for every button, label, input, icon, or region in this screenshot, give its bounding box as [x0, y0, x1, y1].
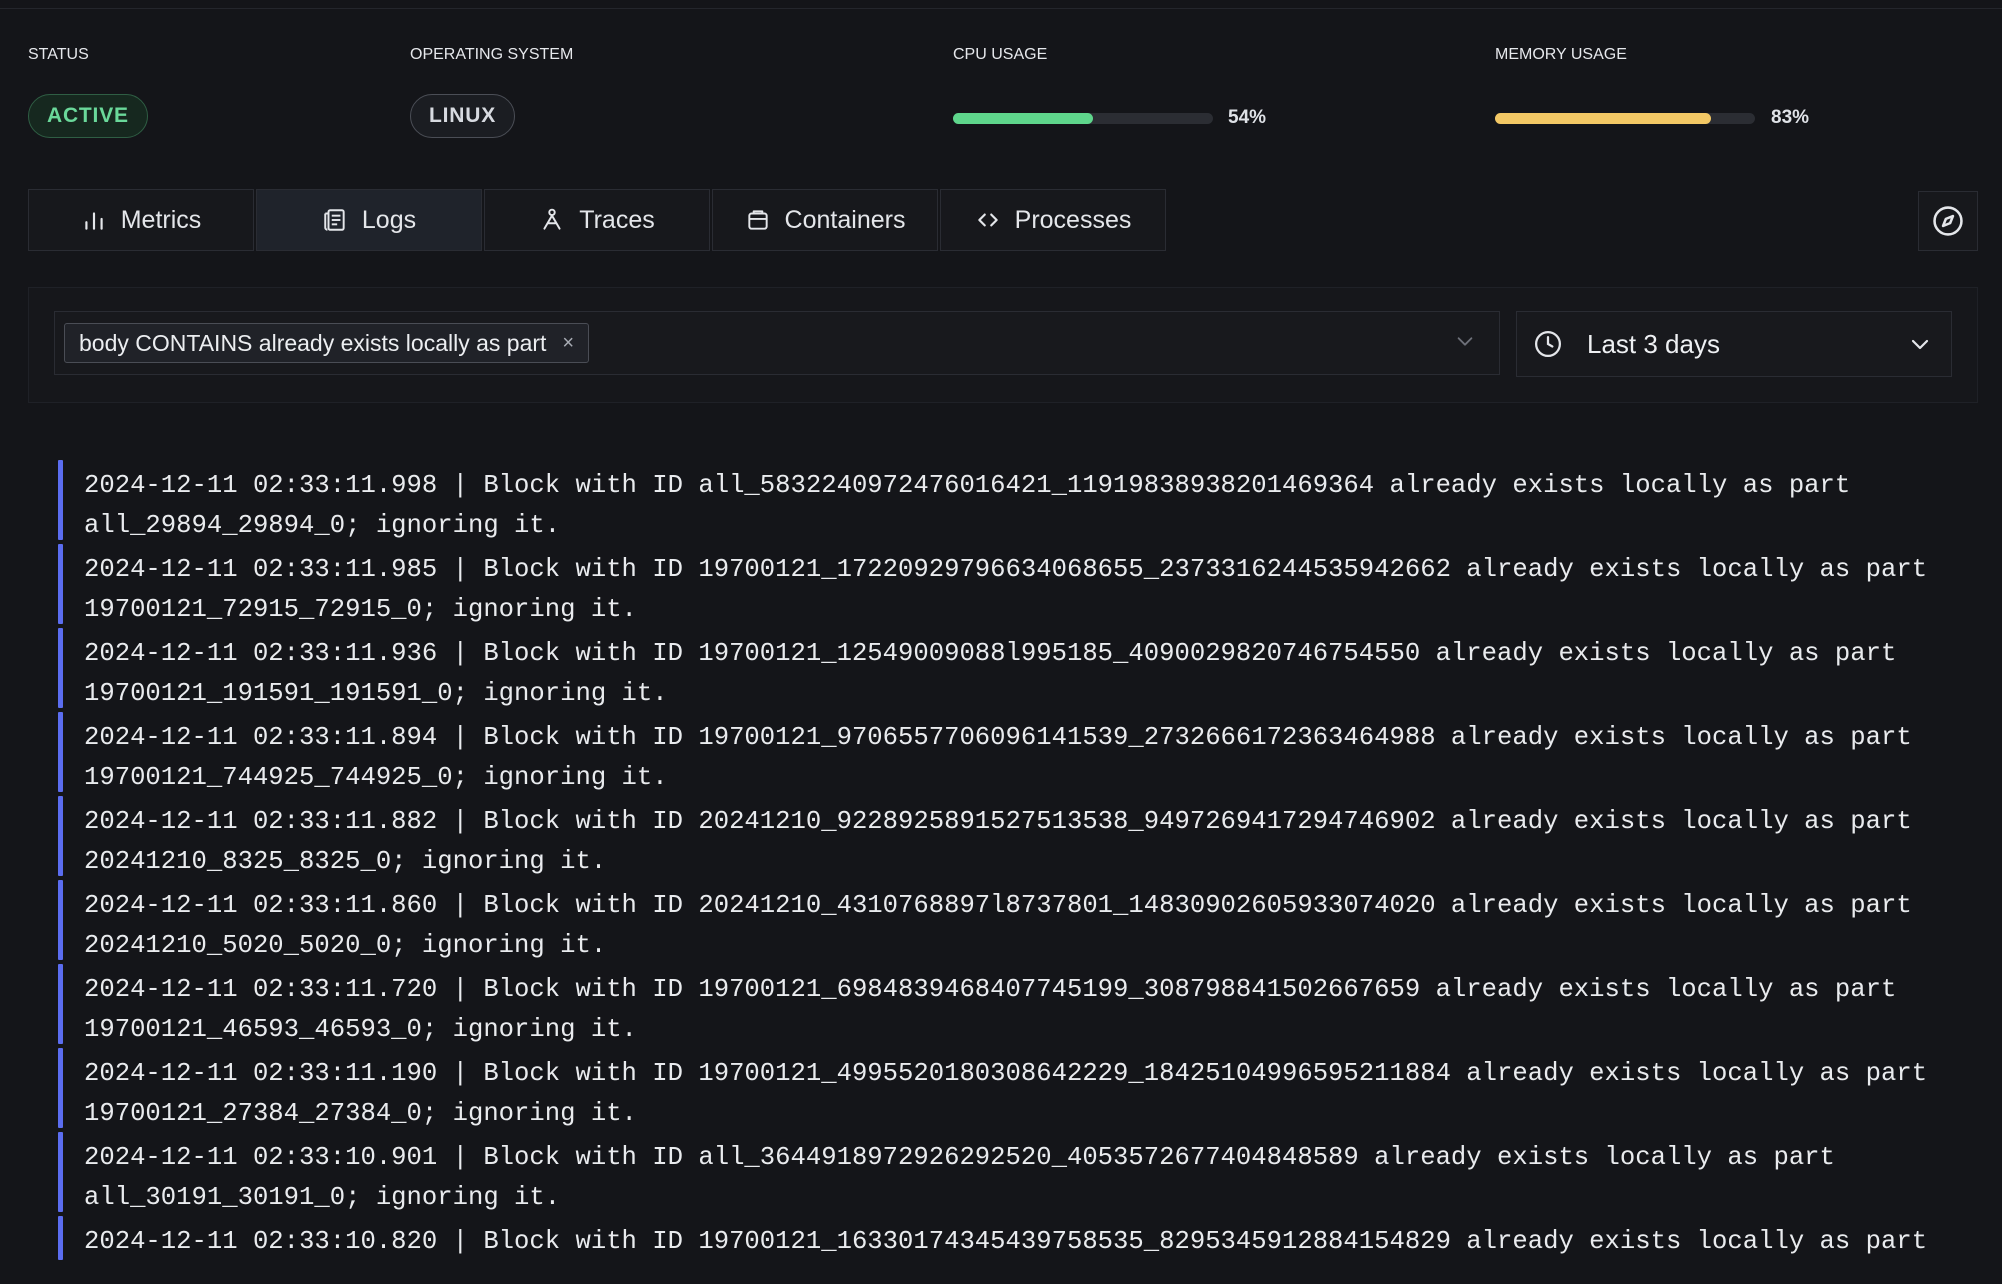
- container-icon: [747, 210, 768, 230]
- explore-button[interactable]: [1918, 191, 1978, 251]
- log-row[interactable]: 2024-12-11 02:33:10.820 | Block with ID …: [58, 1216, 1988, 1260]
- log-message: 2024-12-11 02:33:11.720 | Block with ID …: [84, 975, 1912, 1044]
- memory-value: 83%: [1771, 107, 1810, 128]
- filter-chip[interactable]: body CONTAINS already exists locally as …: [64, 323, 590, 363]
- tab-bar: Metrics Logs Traces Containers Processes: [28, 189, 1168, 251]
- filter-chip-text: body CONTAINS already exists locally as …: [79, 329, 547, 356]
- chevron-down-icon[interactable]: [1454, 330, 1476, 352]
- log-severity-bar: [58, 964, 63, 1044]
- bar-chart-icon: [85, 212, 103, 230]
- compass-icon: [1933, 206, 1963, 236]
- log-severity-bar: [58, 1216, 63, 1260]
- log-message: 2024-12-11 02:33:11.894 | Block with ID …: [84, 723, 1928, 792]
- code-icon: [977, 213, 998, 227]
- log-message: 2024-12-11 02:33:10.901 | Block with ID …: [84, 1143, 1851, 1212]
- top-divider: [0, 0, 2002, 9]
- memory-label: MEMORY USAGE: [1495, 46, 1627, 63]
- tab-label: Containers: [784, 205, 906, 234]
- tab-metrics[interactable]: Metrics: [28, 189, 254, 251]
- log-severity-bar: [58, 544, 63, 624]
- clock-icon: [1535, 331, 1561, 357]
- tab-label: Processes: [1014, 205, 1132, 234]
- log-row[interactable]: 2024-12-11 02:33:11.190 | Block with ID …: [58, 1048, 1988, 1128]
- log-message: 2024-12-11 02:33:10.820 | Block with ID …: [84, 1227, 1928, 1256]
- traces-icon: [543, 208, 561, 230]
- log-row[interactable]: 2024-12-11 02:33:10.901 | Block with ID …: [58, 1132, 1988, 1212]
- log-severity-bar: [58, 712, 63, 792]
- memory-progress-fill: [1495, 113, 1711, 124]
- log-list: 2024-12-11 02:33:11.998 | Block with ID …: [58, 460, 1988, 1264]
- log-severity-bar: [58, 628, 63, 708]
- log-severity-bar: [58, 796, 63, 876]
- log-row[interactable]: 2024-12-11 02:33:11.985 | Block with ID …: [58, 544, 1988, 624]
- log-row[interactable]: 2024-12-11 02:33:11.894 | Block with ID …: [58, 712, 1988, 792]
- log-row[interactable]: 2024-12-11 02:33:11.720 | Block with ID …: [58, 964, 1988, 1044]
- log-row[interactable]: 2024-12-11 02:33:11.882 | Block with ID …: [58, 796, 1988, 876]
- log-row[interactable]: 2024-12-11 02:33:11.936 | Block with ID …: [58, 628, 1988, 708]
- cpu-label: CPU USAGE: [953, 46, 1048, 63]
- log-severity-bar: [58, 880, 63, 960]
- os-badge: LINUX: [410, 94, 515, 138]
- tab-label: Metrics: [120, 205, 202, 234]
- memory-progress-bar: [1495, 113, 1755, 124]
- log-row[interactable]: 2024-12-11 02:33:11.998 | Block with ID …: [58, 460, 1988, 540]
- cpu-progress-fill: [953, 113, 1094, 124]
- log-severity-bar: [58, 1048, 63, 1128]
- tab-traces[interactable]: Traces: [484, 189, 710, 251]
- cpu-progress-bar: [953, 113, 1213, 124]
- log-message: 2024-12-11 02:33:11.190 | Block with ID …: [84, 1059, 1943, 1128]
- log-message: 2024-12-11 02:33:11.860 | Block with ID …: [84, 891, 1928, 960]
- status-label: STATUS: [28, 46, 89, 63]
- tab-containers[interactable]: Containers: [712, 189, 938, 251]
- os-label: OPERATING SYSTEM: [410, 46, 574, 63]
- status-badge: ACTIVE: [28, 94, 148, 138]
- remove-filter-icon[interactable]: ×: [562, 332, 574, 355]
- log-severity-bar: [58, 1132, 63, 1212]
- time-range-label: Last 3 days: [1587, 329, 1720, 359]
- chevron-down-icon[interactable]: [1908, 332, 1932, 356]
- log-message: 2024-12-11 02:33:11.882 | Block with ID …: [84, 807, 1928, 876]
- log-message: 2024-12-11 02:33:11.936 | Block with ID …: [84, 639, 1912, 708]
- tab-logs[interactable]: Logs: [256, 189, 482, 251]
- tab-label: Traces: [579, 205, 655, 234]
- log-message: 2024-12-11 02:33:11.998 | Block with ID …: [84, 471, 1866, 540]
- logs-icon: [324, 209, 345, 231]
- cpu-value: 54%: [1228, 107, 1267, 128]
- tab-processes[interactable]: Processes: [940, 189, 1166, 251]
- log-severity-bar: [58, 460, 63, 540]
- tab-label: Logs: [361, 205, 417, 234]
- log-message: 2024-12-11 02:33:11.985 | Block with ID …: [84, 555, 1943, 624]
- log-row[interactable]: 2024-12-11 02:33:11.860 | Block with ID …: [58, 880, 1988, 960]
- time-range-select[interactable]: [1516, 311, 1952, 377]
